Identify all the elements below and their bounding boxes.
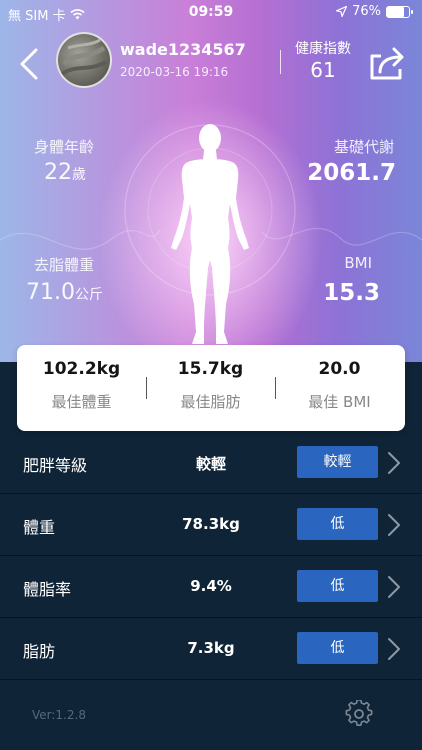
status-badge[interactable]: 低 bbox=[297, 508, 378, 540]
summary-best-fat: 15.7kg 最佳脂肪 bbox=[146, 345, 275, 431]
best-weight-value: 102.2kg bbox=[42, 359, 121, 379]
list-item-obesity-level[interactable]: 肥胖等級 較輕 較輕 bbox=[0, 432, 422, 494]
row-label: 肥胖等級 bbox=[23, 456, 88, 475]
lean-mass-label: 去脂體重 bbox=[34, 256, 95, 274]
summary-best-weight: 102.2kg 最佳體重 bbox=[17, 345, 146, 431]
battery-icon bbox=[386, 5, 413, 18]
battery-percent: 76% bbox=[352, 4, 381, 19]
gear-icon[interactable] bbox=[345, 700, 373, 728]
best-bmi-value: 20.0 bbox=[318, 359, 361, 379]
row-value: 較輕 bbox=[195, 455, 226, 473]
measure-datetime: 2020-03-16 19:16 bbox=[120, 65, 229, 79]
health-index-value: 61 bbox=[310, 58, 336, 82]
body-age-unit: 歲 bbox=[72, 167, 86, 183]
best-fat-label: 最佳脂肪 bbox=[180, 393, 241, 411]
avatar[interactable] bbox=[56, 32, 112, 88]
row-value: 9.4% bbox=[190, 577, 232, 595]
location-arrow-icon bbox=[336, 6, 348, 17]
summary-best-bmi: 20.0 最佳 BMI bbox=[275, 345, 404, 431]
chevron-right-icon[interactable] bbox=[386, 512, 402, 538]
bmi-value: 15.3 bbox=[323, 280, 380, 306]
metrics-list: 肥胖等級 較輕 較輕 體重 78.3kg 低 體脂率 9.4% 低 脂肪 7.3… bbox=[0, 432, 422, 680]
health-index-label: 健康指數 bbox=[295, 41, 351, 57]
summary-card: 102.2kg 最佳體重 15.7kg 最佳脂肪 20.0 最佳 BMI bbox=[17, 345, 405, 431]
list-item-body-fat-rate[interactable]: 體脂率 9.4% 低 bbox=[0, 556, 422, 618]
list-item-fat[interactable]: 脂肪 7.3kg 低 bbox=[0, 618, 422, 680]
footer: Ver:1.2.8 bbox=[0, 680, 422, 750]
best-fat-value: 15.7kg bbox=[177, 359, 244, 379]
best-bmi-label: 最佳 BMI bbox=[308, 393, 371, 411]
row-label: 體脂率 bbox=[23, 580, 72, 599]
share-icon[interactable] bbox=[366, 42, 408, 82]
chevron-right-icon[interactable] bbox=[386, 574, 402, 600]
row-label: 脂肪 bbox=[23, 642, 56, 661]
row-value: 78.3kg bbox=[182, 515, 240, 533]
battery-fill bbox=[387, 6, 404, 17]
header-divider bbox=[280, 50, 281, 74]
bmr-value: 2061.7 bbox=[307, 160, 396, 186]
avatar-photo bbox=[60, 38, 107, 76]
row-label: 體重 bbox=[23, 518, 56, 537]
chevron-right-icon[interactable] bbox=[386, 636, 402, 662]
hero-panel: 無 SIM 卡 09:59 76% wade1234567 2020-03-16… bbox=[0, 0, 422, 362]
status-badge[interactable]: 低 bbox=[297, 632, 378, 664]
lean-mass-unit: 公斤 bbox=[74, 287, 103, 303]
body-age-label: 身體年齡 bbox=[34, 138, 95, 156]
bmi-label: BMI bbox=[344, 254, 372, 272]
lean-mass-value: 71.0公斤 bbox=[26, 280, 103, 305]
body-age-number: 22 bbox=[44, 160, 72, 185]
status-badge[interactable]: 低 bbox=[297, 570, 378, 602]
lean-mass-number: 71.0 bbox=[26, 280, 75, 305]
bmr-label: 基礎代謝 bbox=[333, 138, 394, 156]
chevron-left-icon[interactable] bbox=[14, 44, 44, 84]
status-bar: 無 SIM 卡 09:59 76% bbox=[0, 0, 422, 24]
body-silhouette-icon bbox=[171, 124, 249, 344]
row-value: 7.3kg bbox=[187, 639, 235, 657]
best-weight-label: 最佳體重 bbox=[51, 393, 112, 411]
version-text: Ver:1.2.8 bbox=[32, 708, 86, 722]
username: wade1234567 bbox=[120, 40, 246, 59]
status-badge[interactable]: 較輕 bbox=[297, 446, 378, 478]
body-age-value: 22歲 bbox=[44, 160, 86, 185]
list-item-weight[interactable]: 體重 78.3kg 低 bbox=[0, 494, 422, 556]
chevron-right-icon[interactable] bbox=[386, 450, 402, 476]
